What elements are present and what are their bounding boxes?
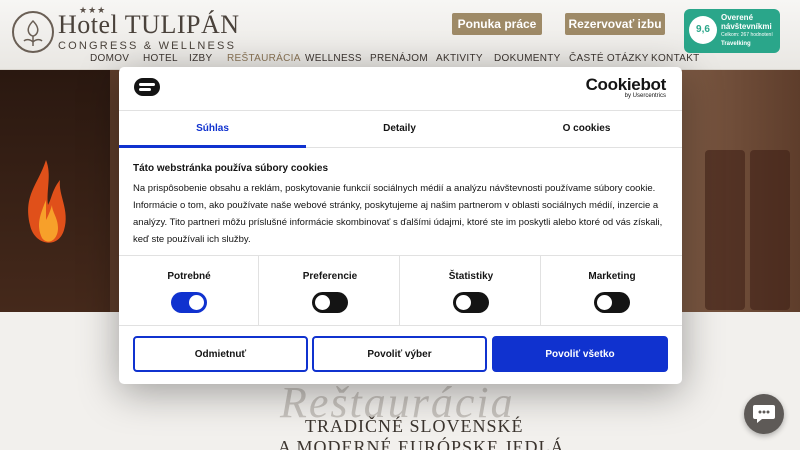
travelking-badge[interactable]: 9,6 Overené návštevníkmi Celkom: 267 hod… <box>684 9 780 53</box>
cookiebot-brand[interactable]: Cookiebot by Usercentrics <box>585 75 667 99</box>
chat-bubble-icon <box>753 405 775 423</box>
job-offers-button[interactable]: Ponuka práce <box>452 13 542 35</box>
cookie-tabs: Súhlas Detaily O cookies <box>119 110 682 148</box>
category-necessary: Potrebné <box>119 256 259 326</box>
nav-item-wellness[interactable]: WELLNESS <box>305 53 362 64</box>
site-header: ★★★ Hotel TULIPÁN CONGRESS & WELLNESS Po… <box>0 0 800 70</box>
nav-item-aktivity[interactable]: AKTIVITY <box>436 53 483 64</box>
necessary-toggle[interactable] <box>171 292 207 313</box>
chat-button[interactable] <box>744 394 784 434</box>
tab-o-cookies[interactable]: O cookies <box>493 111 680 148</box>
hotel-tagline: CONGRESS & WELLNESS <box>58 40 237 52</box>
restaurant-heading-line1: TRADIČNÉ SLOVENSKÉ <box>305 416 524 436</box>
chair-image <box>750 150 790 310</box>
nav-item-izby[interactable]: IZBY <box>189 53 212 64</box>
badge-title: Overené návštevníkmi <box>721 13 772 31</box>
category-preferences: Preferencie <box>260 256 400 326</box>
hotel-name[interactable]: Hotel TULIPÁN <box>58 12 240 38</box>
tab-suhlas[interactable]: Súhlas <box>119 111 306 148</box>
nav-item-prenajom[interactable]: PRENÁJOM <box>370 53 428 64</box>
category-label: Štatistiky <box>448 271 494 282</box>
tab-detaily[interactable]: Detaily <box>306 111 493 148</box>
cookie-consent-dialog: Cookiebot by Usercentrics Súhlas Detaily… <box>119 67 682 384</box>
marketing-toggle[interactable] <box>594 292 630 313</box>
nav-item-dokumenty[interactable]: DOKUMENTY <box>494 53 561 64</box>
category-label: Potrebné <box>167 271 211 282</box>
nav-item-restauracia[interactable]: REŠTAURÁCIA <box>227 53 301 64</box>
allow-all-button[interactable]: Povoliť všetko <box>492 336 668 372</box>
rating-score: 9,6 <box>689 16 717 44</box>
reserve-room-button[interactable]: Rezervovať izbu <box>565 13 665 35</box>
statistics-toggle[interactable] <box>453 292 489 313</box>
fireplace-image <box>0 70 110 312</box>
nav-item-hotel[interactable]: HOTEL <box>143 53 178 64</box>
category-statistics: Štatistiky <box>401 256 541 326</box>
tulip-logo-icon[interactable] <box>12 11 54 53</box>
fire-icon <box>28 160 66 243</box>
cookie-title: Táto webstránka používa súbory cookies <box>133 163 329 174</box>
chair-image <box>705 150 745 310</box>
preferences-toggle[interactable] <box>312 292 348 313</box>
badge-subtitle: Celkom: 267 hodnotení <box>721 32 773 38</box>
main-navigation: DOMOV HOTEL IZBY REŠTAURÁCIA WELLNESS PR… <box>0 53 800 68</box>
cookiebot-logo-icon <box>134 78 160 96</box>
nav-item-kontakt[interactable]: KONTAKT <box>651 53 700 64</box>
nav-item-faq[interactable]: ČASTÉ OTÁZKY <box>569 53 649 64</box>
restaurant-heading-line2: A MODERNÉ EURÓPSKE JEDLÁ <box>278 437 565 450</box>
deny-button[interactable]: Odmietnuť <box>133 336 308 372</box>
cookie-description: Na prispôsobenie obsahu a reklám, poskyt… <box>133 183 663 245</box>
category-marketing: Marketing <box>542 256 682 326</box>
badge-brand: Travelking <box>721 41 751 47</box>
cookiebot-brand-name: Cookiebot <box>585 75 667 94</box>
allow-selection-button[interactable]: Povoliť výber <box>312 336 487 372</box>
category-label: Marketing <box>588 271 636 282</box>
category-label: Preferencie <box>302 271 358 282</box>
cookie-categories: Potrebné Preferencie Štatistiky Marketin… <box>119 255 682 326</box>
nav-item-domov[interactable]: DOMOV <box>90 53 129 64</box>
